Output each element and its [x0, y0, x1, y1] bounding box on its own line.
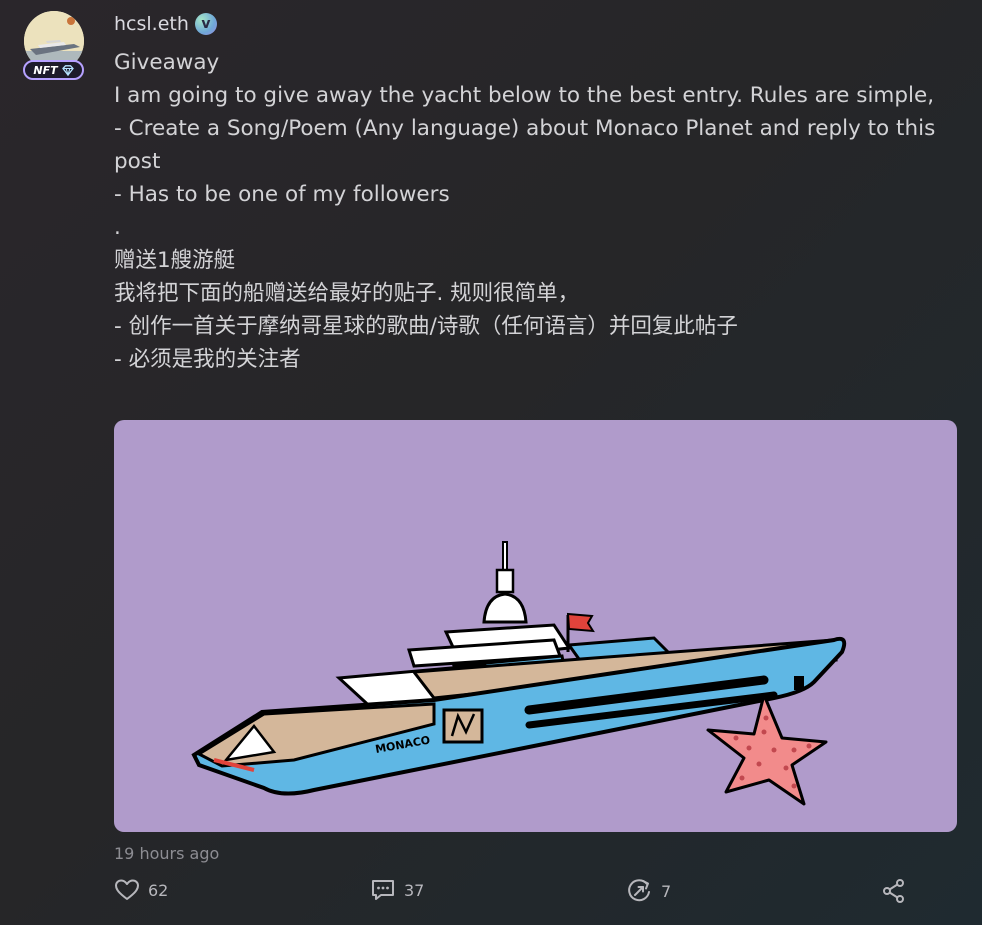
- username[interactable]: hcsl.eth: [114, 13, 189, 35]
- nft-badge: NFT: [23, 60, 84, 80]
- heart-icon: [115, 879, 139, 900]
- repost-count: 7: [661, 881, 672, 901]
- verified-glyph: v: [201, 16, 211, 32]
- post-line: .: [114, 215, 121, 240]
- post-body: Giveaway I am going to give away the yac…: [114, 46, 944, 376]
- post-line: 我将把下面的船赠送给最好的贴子. 规则很简单，: [114, 281, 580, 306]
- nft-badge-label: NFT: [33, 63, 58, 77]
- post-line: 赠送1艘游艇: [114, 248, 236, 273]
- post-line: I am going to give away the yacht below …: [114, 83, 935, 108]
- comment-icon: [372, 880, 394, 900]
- repost-icon: [628, 879, 650, 902]
- post-line: - Create a Song/Poem (Any language) abou…: [114, 116, 936, 174]
- yacht-illustration: MONACO: [191, 541, 847, 806]
- like-button[interactable]: 62: [114, 878, 168, 902]
- share-icon: [883, 879, 904, 903]
- diamond-icon: [61, 64, 74, 76]
- post-line: - 创作一首关于摩纳哥星球的歌曲/诗歌（任何语言）并回复此帖子: [114, 314, 738, 339]
- share-button[interactable]: [881, 878, 907, 904]
- post-timestamp: 19 hours ago: [114, 844, 220, 863]
- comment-count: 37: [404, 880, 425, 900]
- post-line: - 必须是我的关注者: [114, 347, 301, 372]
- post-image[interactable]: MONACO: [114, 420, 957, 832]
- post-author: hcsl.eth v: [114, 13, 217, 35]
- repost-button[interactable]: 7: [625, 878, 671, 904]
- post-line: - Has to be one of my followers: [114, 182, 450, 207]
- verified-badge-icon: v: [194, 13, 217, 35]
- post-actions: 62 37 7: [114, 878, 914, 910]
- like-count: 62: [148, 880, 169, 900]
- comment-button[interactable]: 37: [370, 878, 424, 902]
- post-line: Giveaway: [114, 50, 220, 75]
